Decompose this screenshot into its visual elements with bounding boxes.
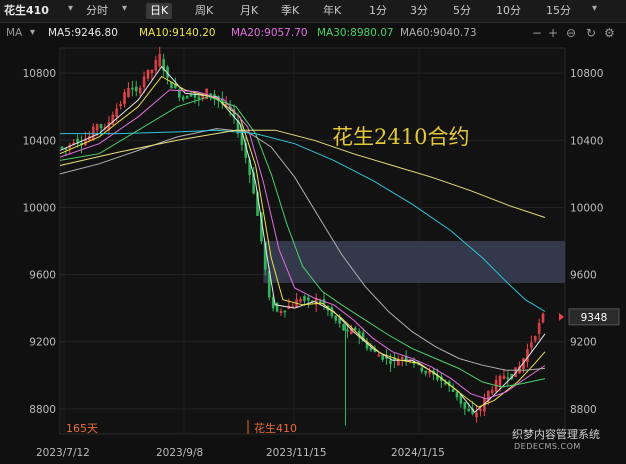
x-tick-label: 2023/7/12 (36, 447, 90, 459)
tab-1min[interactable]: 1分 (369, 3, 387, 19)
ma-label[interactable]: MA (6, 27, 22, 39)
tab-quarterly-k[interactable]: 季K (281, 3, 299, 19)
tab-daily-k[interactable]: 日K (146, 3, 173, 19)
candle-body (354, 327, 357, 330)
candle-body (467, 408, 471, 412)
reset-icon[interactable]: ↻ (586, 26, 596, 40)
y-tick-label-left: 10400 (23, 135, 56, 147)
candle-body (134, 86, 138, 92)
y-tick-label-right: 10800 (570, 68, 603, 80)
period-toolbar: 花生410 ▾ 分时 ▾ 日K 周K 月K 季K 年K 1分 3分 5分 10分… (0, 0, 626, 23)
candle-body (275, 302, 279, 312)
contract-switch-label: 花生410 (254, 421, 297, 435)
watermark-text: 织梦内容管理系统 (512, 428, 600, 441)
chevron-down-icon[interactable]: ▾ (30, 27, 35, 38)
candle-body (99, 124, 103, 129)
candle-body (346, 329, 349, 332)
y-tick-label-left: 8800 (29, 404, 56, 416)
ma-legend: MA ▾ MA5:9246.80 MA10:9140.20 MA20:9057.… (0, 24, 626, 44)
y-tick-label-right: 9200 (570, 337, 597, 349)
candle-body (342, 323, 345, 331)
ma30-legend: MA30:8980.07 (317, 27, 394, 39)
tab-monthly-k[interactable]: 月K (240, 3, 258, 19)
tab-intraday[interactable]: 分时 (86, 3, 108, 19)
chevron-down-icon[interactable]: ▾ (68, 3, 73, 14)
ma60-legend: MA60:9040.73 (400, 27, 477, 39)
candle-body (189, 94, 193, 97)
watermark-url: DEDECMS.COM (514, 442, 581, 451)
candle-body (185, 95, 189, 99)
x-tick-label: 2023/11/15 (266, 447, 327, 459)
price-gap-band (263, 241, 565, 283)
candle-body (424, 370, 428, 374)
last-price-label: 9348 (581, 312, 608, 324)
candle-body (455, 391, 459, 398)
chevron-down-icon[interactable]: ▾ (122, 3, 127, 14)
y-tick-label-left: 10800 (23, 68, 56, 80)
days-label: 165天 (66, 422, 98, 435)
y-tick-label-left: 9200 (29, 337, 56, 349)
candle-body (307, 297, 310, 301)
y-tick-label-right: 9600 (570, 270, 597, 282)
candle-body (131, 87, 134, 90)
tab-15min[interactable]: 15分 (546, 3, 571, 19)
tab-5min[interactable]: 5分 (453, 3, 471, 19)
y-tick-label-left: 10000 (23, 202, 56, 214)
y-tick-label-left: 9600 (29, 270, 56, 282)
plus-icon[interactable]: + (548, 26, 558, 40)
tab-10min[interactable]: 10分 (496, 3, 521, 19)
gear-icon[interactable]: ⚙ (604, 26, 615, 40)
candle-body (334, 315, 338, 321)
candle-body (181, 96, 185, 100)
zoom-out-icon[interactable]: ⊖ (566, 26, 576, 40)
candle-body (369, 347, 373, 351)
chart-title: 花生2410合约 (332, 125, 469, 149)
tab-3min[interactable]: 3分 (410, 3, 428, 19)
x-tick-label: 2023/9/8 (156, 447, 203, 459)
candle-body (463, 402, 467, 409)
candle-body (443, 382, 447, 385)
minus-icon[interactable]: − (532, 26, 542, 40)
candle-body (389, 360, 392, 364)
y-tick-label-right: 10000 (570, 202, 603, 214)
candlestick-chart: 8800 8800 9200 9200 9600 9600 10000 10000 10400 1… (23, 46, 620, 459)
tab-yearly-k[interactable]: 年K (323, 3, 341, 19)
candle-body (60, 146, 64, 149)
ma5-legend: MA5:9246.80 (48, 27, 118, 39)
ma10-legend: MA10:9140.20 (139, 27, 216, 39)
candle-body (197, 96, 201, 99)
symbol-label: 花生410 (4, 4, 49, 17)
candle-body (338, 318, 341, 324)
candle-body (420, 367, 424, 372)
ma20-legend: MA20:9057.70 (231, 27, 308, 39)
candle-body (451, 389, 455, 392)
candle-body (303, 296, 306, 302)
candle-body (506, 377, 510, 380)
x-tick-label: 2024/1/15 (391, 447, 445, 459)
tab-weekly-k[interactable]: 周K (195, 3, 213, 19)
y-tick-label-right: 8800 (570, 404, 597, 416)
candle-body (283, 310, 287, 313)
y-tick-label-right: 10400 (570, 135, 603, 147)
chevron-down-icon[interactable]: ▾ (592, 3, 597, 14)
